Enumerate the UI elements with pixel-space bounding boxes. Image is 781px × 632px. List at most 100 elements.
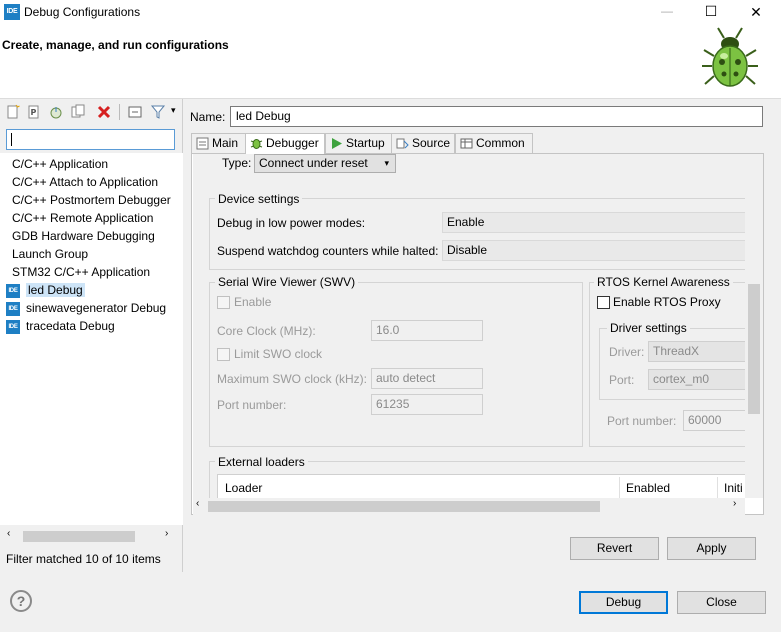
- svg-text:P: P: [31, 108, 37, 117]
- startup-tab-icon: [332, 138, 342, 149]
- close-window-button[interactable]: ✕: [733, 0, 779, 24]
- tab-common[interactable]: Common: [455, 133, 533, 153]
- tab-startup[interactable]: Startup: [325, 133, 392, 153]
- limit-swo-label: Limit SWO clock: [234, 347, 323, 361]
- tree-item-led-debug[interactable]: IDE led Debug: [6, 281, 85, 299]
- swv-enable-checkbox[interactable]: [217, 296, 230, 309]
- loader-column-header[interactable]: Loader: [218, 477, 620, 498]
- rtos-port-label: Port:: [609, 373, 635, 387]
- ide-config-icon: IDE: [6, 301, 20, 316]
- ide-config-icon: IDE: [6, 283, 20, 298]
- scroll-left-arrow-icon[interactable]: ‹: [196, 498, 199, 509]
- core-clock-input[interactable]: 16.0: [371, 320, 483, 341]
- tree-item-cpp-remote[interactable]: C/C++ Remote Application: [8, 209, 153, 227]
- init-column-header[interactable]: Initi: [718, 477, 745, 498]
- tab-label: Debugger: [266, 136, 319, 150]
- max-swo-label: Maximum SWO clock (kHz):: [217, 372, 367, 386]
- debug-bug-icon: [702, 27, 758, 87]
- tree-item-launch-group[interactable]: Launch Group: [8, 245, 88, 263]
- export-configuration-icon[interactable]: [48, 104, 64, 120]
- scrollbar-thumb[interactable]: [748, 284, 760, 414]
- window-title: Debug Configurations: [24, 5, 141, 19]
- filter-icon[interactable]: [150, 104, 166, 120]
- tree-item-cpp-application[interactable]: C/C++ Application: [8, 155, 108, 173]
- tree-item-label: Launch Group: [12, 247, 89, 261]
- scroll-left-arrow-icon[interactable]: ‹: [7, 528, 10, 539]
- device-settings-title: Device settings: [215, 192, 303, 206]
- configuration-name-input[interactable]: led Debug: [230, 106, 763, 127]
- delete-configuration-icon[interactable]: [96, 104, 112, 120]
- minimize-button[interactable]: —: [644, 0, 690, 24]
- external-loaders-title: External loaders: [215, 455, 308, 469]
- low-power-select[interactable]: Enable: [442, 212, 745, 233]
- scrollbar-thumb[interactable]: [208, 501, 600, 512]
- new-configuration-icon[interactable]: [5, 104, 21, 120]
- type-label: Type:: [222, 156, 252, 170]
- rtos-enable-checkbox[interactable]: [597, 296, 610, 309]
- tree-item-tracedata-debug[interactable]: IDE tracedata Debug: [6, 317, 115, 335]
- tree-item-sinewavegenerator-debug[interactable]: IDE sinewavegenerator Debug: [6, 299, 166, 317]
- tree-item-label: GDB Hardware Debugging: [12, 229, 155, 243]
- new-prototype-icon[interactable]: P: [26, 104, 42, 120]
- collapse-all-icon[interactable]: [127, 104, 143, 120]
- limit-swo-checkbox[interactable]: [217, 348, 230, 361]
- apply-button[interactable]: Apply: [667, 537, 756, 560]
- filter-input[interactable]: [6, 129, 175, 150]
- tab-label: Startup: [346, 136, 385, 150]
- scrollbar-thumb[interactable]: [23, 531, 135, 542]
- tree-item-cpp-attach[interactable]: C/C++ Attach to Application: [8, 173, 158, 191]
- rtos-port-number-input[interactable]: 60000: [683, 410, 745, 431]
- settings-horizontal-scrollbar[interactable]: ‹ ›: [193, 498, 745, 515]
- configuration-list-pane: P ▾ C/C++ Application C/C++ Attach to Ap…: [0, 99, 183, 572]
- tab-bar: Main Debugger Startup Source Common: [191, 133, 768, 154]
- max-swo-input[interactable]: auto detect: [371, 368, 483, 389]
- tree-item-label: C/C++ Attach to Application: [12, 175, 159, 189]
- tree-item-gdb-hardware[interactable]: GDB Hardware Debugging: [8, 227, 155, 245]
- close-button[interactable]: Close: [677, 591, 766, 614]
- tree-item-label: C/C++ Postmortem Debugger: [12, 193, 171, 207]
- tab-label: Common: [476, 136, 525, 150]
- enabled-column-header[interactable]: Enabled: [620, 477, 718, 498]
- source-tab-icon: [396, 138, 409, 149]
- rtos-enable-label: Enable RTOS Proxy: [613, 295, 721, 309]
- toolbar-separator: [119, 104, 120, 120]
- debugger-tab-icon: [250, 139, 263, 149]
- ide-config-icon: IDE: [6, 319, 20, 334]
- main-tab-icon: [196, 137, 209, 150]
- configuration-tree: C/C++ Application C/C++ Attach to Applic…: [0, 153, 183, 525]
- tab-debugger[interactable]: Debugger: [245, 133, 325, 154]
- title-bar: IDE Debug Configurations — ☐ ✕: [0, 0, 781, 24]
- core-clock-label: Core Clock (MHz):: [217, 324, 316, 338]
- tree-item-label: led Debug: [26, 283, 85, 297]
- maximize-button[interactable]: ☐: [688, 0, 734, 24]
- swv-enable-label: Enable: [234, 295, 272, 309]
- tab-main[interactable]: Main: [191, 133, 246, 153]
- duplicate-configuration-icon[interactable]: [70, 104, 86, 120]
- tab-label: Main: [212, 136, 239, 150]
- tree-horizontal-scrollbar[interactable]: ‹ ›: [5, 528, 176, 545]
- tree-item-cpp-postmortem[interactable]: C/C++ Postmortem Debugger: [8, 191, 171, 209]
- settings-vertical-scrollbar[interactable]: [745, 154, 763, 498]
- tree-item-label: sinewavegenerator Debug: [26, 301, 167, 315]
- tree-item-label: STM32 C/C++ Application: [12, 265, 151, 279]
- scroll-right-arrow-icon[interactable]: ›: [733, 498, 736, 509]
- watchdog-select[interactable]: Disable: [442, 240, 745, 261]
- filter-status-text: Filter matched 10 of 10 items: [6, 552, 161, 566]
- view-menu-chevron-down-icon[interactable]: ▾: [171, 105, 176, 116]
- tab-source[interactable]: Source: [391, 133, 455, 153]
- rtos-port-number-label: Port number:: [607, 414, 677, 428]
- driver-label: Driver:: [609, 345, 645, 359]
- swv-port-input[interactable]: 61235: [371, 394, 483, 415]
- rtos-port-select[interactable]: cortex_m0: [648, 369, 745, 390]
- scroll-right-arrow-icon[interactable]: ›: [165, 528, 168, 539]
- watchdog-label: Suspend watchdog counters while halted:: [217, 244, 439, 258]
- tree-item-label: C/C++ Application: [12, 157, 109, 171]
- driver-select[interactable]: ThreadX: [648, 341, 745, 362]
- debug-button[interactable]: Debug: [579, 591, 668, 614]
- low-power-label: Debug in low power modes:: [217, 216, 366, 230]
- help-icon[interactable]: ?: [10, 590, 32, 612]
- revert-button[interactable]: Revert: [570, 537, 659, 560]
- tree-item-stm32-application[interactable]: STM32 C/C++ Application: [8, 263, 150, 281]
- type-select[interactable]: Connect under reset ▾: [254, 154, 396, 173]
- type-select-value: Connect under reset: [259, 156, 368, 170]
